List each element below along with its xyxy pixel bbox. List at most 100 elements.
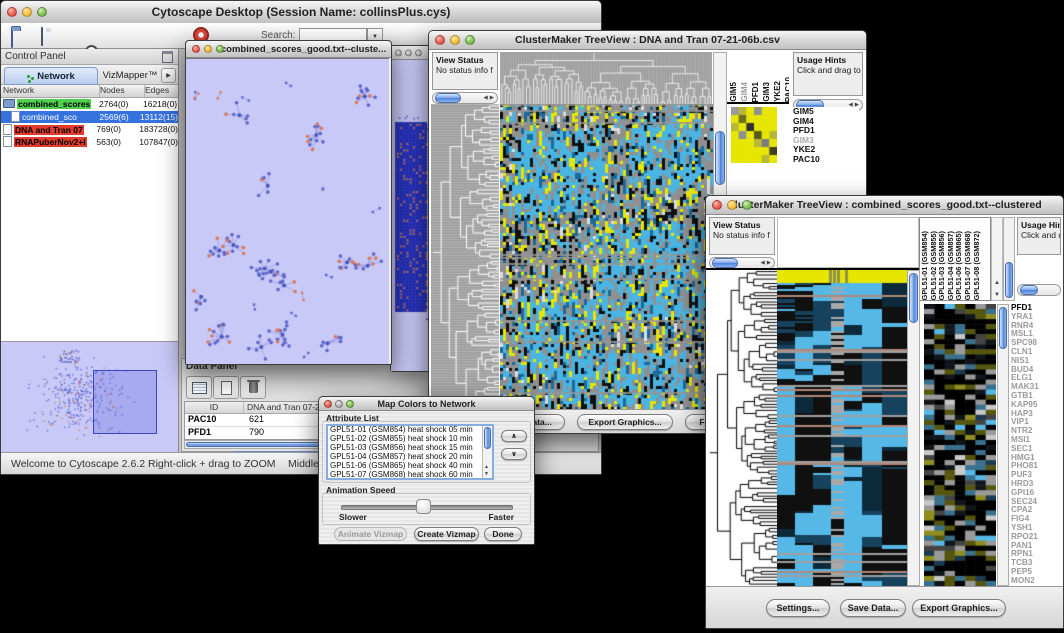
document-icon xyxy=(3,136,12,147)
slider-thumb[interactable] xyxy=(435,93,461,103)
overview-selection-rect[interactable] xyxy=(93,370,157,434)
zoom-button[interactable] xyxy=(465,35,475,45)
zoom-button[interactable] xyxy=(742,200,752,210)
zoom-button[interactable] xyxy=(216,45,224,53)
export-graphics-button[interactable]: Export Graphics... xyxy=(912,599,1006,617)
close-button[interactable] xyxy=(7,7,17,17)
background-network-view[interactable] xyxy=(391,60,431,371)
label-vscrollbar[interactable] xyxy=(1003,217,1015,301)
minimize-button[interactable] xyxy=(450,35,460,45)
close-button[interactable] xyxy=(435,35,445,45)
row-dendrogram[interactable] xyxy=(431,104,499,409)
column-label[interactable]: GIM5 xyxy=(729,82,738,102)
move-up-button[interactable]: ∧ xyxy=(501,430,527,442)
scroll-down-icon[interactable]: ▼ xyxy=(994,292,1000,298)
delete-attribute-button[interactable] xyxy=(240,376,266,399)
status-hint-zoom: Right-click + drag to ZOOM xyxy=(148,458,276,470)
slider-thumb[interactable] xyxy=(712,258,738,268)
done-button[interactable]: Done xyxy=(484,527,522,541)
zoom-button[interactable] xyxy=(37,7,47,17)
column-label[interactable]: GPL51-08 (GSM872) xyxy=(973,231,982,300)
slider-thumb[interactable] xyxy=(1020,285,1038,295)
network-row-rnapuber[interactable]: RNAPuberNov2+I 563(0) 107847(0) xyxy=(1,136,178,149)
tab-vizmapper[interactable]: VizMapper™ xyxy=(99,67,161,83)
heatmap-canvas[interactable] xyxy=(777,270,907,586)
vscroll-thumb[interactable] xyxy=(909,273,918,323)
close-button[interactable] xyxy=(324,400,332,408)
row-dendrogram[interactable] xyxy=(708,270,777,586)
tab-overflow-button[interactable]: ▶ xyxy=(161,68,176,83)
new-attribute-button[interactable] xyxy=(213,376,239,399)
tab-network[interactable]: Network xyxy=(4,67,98,85)
close-button[interactable] xyxy=(192,45,200,53)
column-label[interactable]: YKE2 xyxy=(773,81,782,102)
move-down-button[interactable]: ∨ xyxy=(501,448,527,460)
scroll-down-icon[interactable]: ▼ xyxy=(484,471,489,477)
slider-right-icon[interactable]: ▶ xyxy=(490,95,494,101)
network-row-dna-tran[interactable]: DNA and Tran 07 769(0) 183728(0) xyxy=(1,123,178,136)
float-panel-icon[interactable] xyxy=(162,51,173,63)
zoom-heatmap-canvas[interactable] xyxy=(731,107,777,163)
open-file-icon[interactable] xyxy=(11,29,13,48)
tv2-gene-list: PFD1YRA1RNR4MSL1SPC98CLN1NIS1BUD4ELG1MAK… xyxy=(1011,304,1061,586)
heatmap-canvas[interactable] xyxy=(500,104,713,409)
vscroll-thumb[interactable] xyxy=(999,307,1007,349)
table-mode-button[interactable] xyxy=(186,376,212,399)
scroll-up-icon[interactable]: ▲ xyxy=(484,464,489,470)
zoom-vscrollbar[interactable] xyxy=(997,304,1009,586)
minimize-button[interactable] xyxy=(204,45,212,53)
minimize-button[interactable] xyxy=(405,49,412,56)
column-label[interactable]: GIM3 xyxy=(762,82,771,102)
zoom-button[interactable] xyxy=(415,49,422,56)
attribute-item[interactable]: GPL51-07 (GSM868) heat shock 60 min xyxy=(328,471,492,480)
minimize-button[interactable] xyxy=(22,7,32,17)
vscroll-thumb[interactable] xyxy=(1005,262,1013,298)
attribute-listbox[interactable]: GPL51-01 (GSM854) heat shock 05 min GPL5… xyxy=(326,424,494,480)
list-scroll-thumb[interactable] xyxy=(484,427,491,449)
col-network[interactable]: Network xyxy=(1,85,100,97)
close-button[interactable] xyxy=(395,49,402,56)
col-id[interactable]: ID xyxy=(185,402,244,413)
create-vizmap-button[interactable]: Create Vizmap xyxy=(414,527,479,541)
document-icon xyxy=(3,124,12,135)
save-data-button[interactable]: Save Data... xyxy=(840,599,906,617)
tv1-gene-list: GIM5 GIM4 PFD1 GIM3 YKE2 PAC10 xyxy=(793,107,859,177)
zoom-heatmap-canvas[interactable] xyxy=(924,304,996,586)
gene-label[interactable]: PAC10 xyxy=(793,155,859,165)
col-edges[interactable]: Edges xyxy=(145,85,178,97)
slider-left-icon[interactable]: ◀ xyxy=(761,260,765,266)
settings-button[interactable]: Settings... xyxy=(766,599,830,617)
col-nodes[interactable]: Nodes xyxy=(100,85,145,97)
slider-right-icon[interactable]: ▶ xyxy=(767,260,771,266)
scroll-up-icon[interactable]: ▲ xyxy=(994,280,1000,286)
animate-vizmap-button[interactable]: Animate Vizmap xyxy=(334,527,407,541)
global-zoom-slider[interactable] xyxy=(1017,284,1061,296)
heatmap-vscrollbar[interactable] xyxy=(907,270,920,586)
control-panel-title: Control Panel xyxy=(1,51,162,62)
network-row-combined-scores[interactable]: combined_scores 2764(0) 16218(0) xyxy=(1,98,178,111)
minimize-button[interactable] xyxy=(335,400,343,408)
network-canvas[interactable] xyxy=(186,58,389,364)
column-dendrogram[interactable] xyxy=(500,52,712,104)
export-graphics-button[interactable]: Export Graphics... xyxy=(577,414,673,430)
animation-slider-thumb[interactable] xyxy=(416,499,431,514)
zoom-button[interactable] xyxy=(346,400,354,408)
column-label[interactable]: PFD1 xyxy=(751,82,760,102)
network-icon xyxy=(27,75,30,78)
save-icon[interactable] xyxy=(41,27,43,46)
gene-label[interactable]: MON2 xyxy=(1011,577,1061,586)
tv2-button-bar: Settings... Save Data... Export Graphics… xyxy=(706,586,1063,628)
tv1-column-labels: GIM5 GIM4 PFD1 GIM3 YKE2 PAC10 xyxy=(727,52,789,104)
column-label[interactable]: GIM4 xyxy=(740,82,749,102)
status-welcome: Welcome to Cytoscape 2.6.2 xyxy=(11,458,145,470)
list-scrollbar[interactable]: ▲ ▼ xyxy=(482,426,492,478)
network-overview[interactable] xyxy=(1,341,178,452)
minimize-button[interactable] xyxy=(727,200,737,210)
close-button[interactable] xyxy=(712,200,722,210)
vscroll-thumb[interactable] xyxy=(715,131,725,185)
main-titlebar[interactable]: Cytoscape Desktop (Session Name: collins… xyxy=(1,1,601,24)
column-label[interactable]: PAC10 xyxy=(784,77,789,102)
tree-zoom-slider[interactable]: ◀▶ xyxy=(432,92,498,104)
slider-left-icon[interactable]: ◀ xyxy=(484,95,488,101)
network-row-selected[interactable]: combined_sco 2569(6) 13112(15) xyxy=(1,111,178,124)
